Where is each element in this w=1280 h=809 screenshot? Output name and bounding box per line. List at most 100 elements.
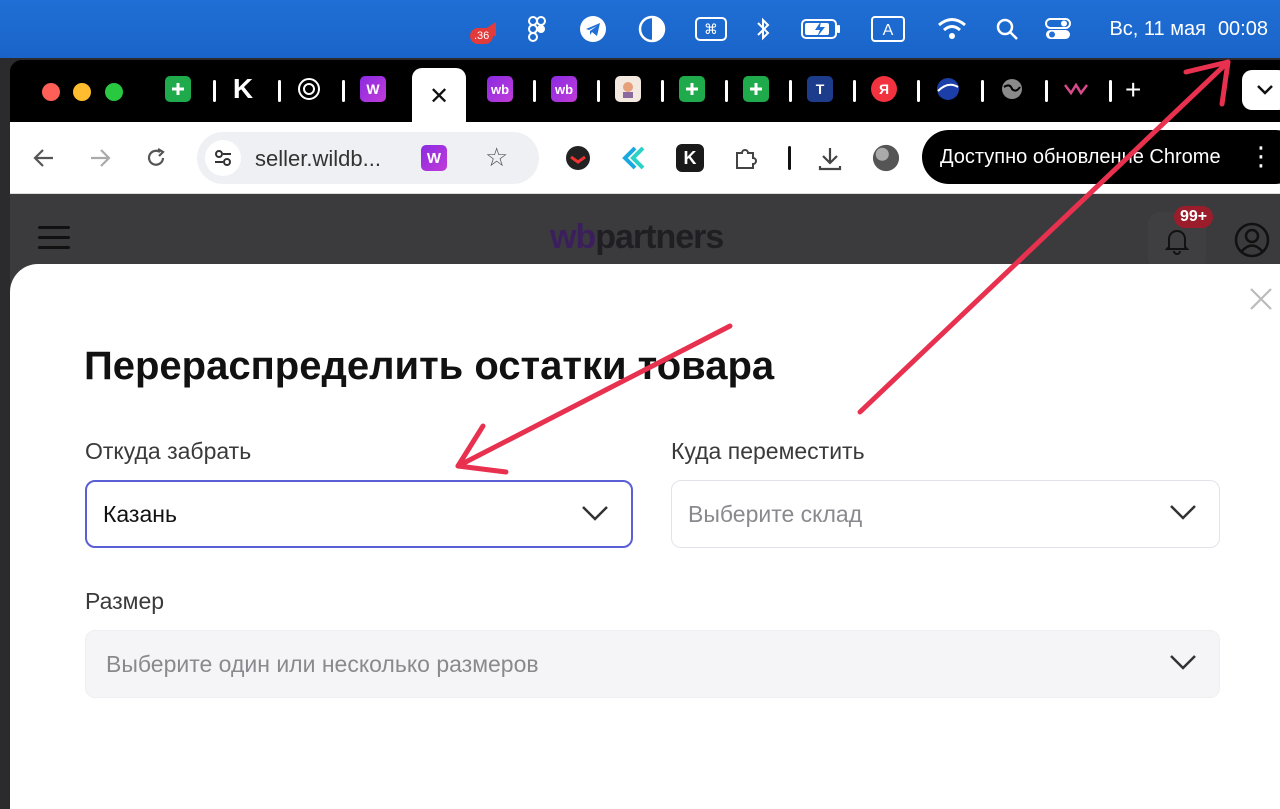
tab-google-sheets-1[interactable] <box>165 76 191 102</box>
user-circle-icon <box>1234 222 1270 258</box>
redistribute-stock-modal: Перераспределить остатки товара Откуда з… <box>10 264 1280 809</box>
chatgpt-icon <box>298 78 320 100</box>
chrome-update-button[interactable]: Доступно обновление Chrome ⋮ <box>922 130 1280 184</box>
menubar-clock[interactable]: Вс, 11 мая 00:08 <box>1109 14 1268 44</box>
tab-separator <box>597 80 600 102</box>
telegram-icon[interactable] <box>578 14 608 44</box>
figma-icon[interactable] <box>524 14 550 44</box>
to-warehouse-placeholder: Выберите склад <box>688 500 863 527</box>
size-label: Размер <box>85 588 165 614</box>
tab-strip: K W ✕ wb wb T Я + <box>10 60 1280 124</box>
account-button[interactable] <box>1234 222 1270 258</box>
zoom-window-button[interactable] <box>105 83 123 101</box>
svg-text:A: A <box>883 22 894 39</box>
reload-icon <box>147 148 165 166</box>
arrow-left-icon <box>33 149 53 167</box>
tab-wildberries-w[interactable]: W <box>360 76 386 102</box>
tab-chatgpt[interactable] <box>296 76 322 102</box>
chevron-down-icon <box>1170 505 1196 520</box>
from-warehouse-select[interactable]: Казань <box>85 480 633 548</box>
sheets-icon <box>686 83 698 95</box>
globe-icon <box>1002 79 1022 99</box>
sheets-icon <box>750 83 762 95</box>
battery-charging-icon[interactable] <box>800 14 842 44</box>
new-tab-button[interactable]: + <box>1125 74 1141 106</box>
notification-count-badge: .36 <box>470 28 494 44</box>
tab-illustration[interactable] <box>615 76 641 102</box>
arrow-right-icon <box>91 149 111 167</box>
vpn-icon[interactable] <box>636 14 668 44</box>
tab-kontur[interactable]: K <box>230 73 256 104</box>
tab-search-button[interactable] <box>1242 70 1280 110</box>
close-tab-icon[interactable]: ✕ <box>429 82 449 111</box>
wb-extension-icon[interactable]: W <box>421 145 447 171</box>
tab-separator <box>661 80 664 102</box>
tab-separator <box>278 80 281 102</box>
tab-globe-blue[interactable] <box>935 76 961 102</box>
notifications-badge: 99+ <box>1174 206 1214 228</box>
tab-separator <box>1109 80 1112 102</box>
menubar-date: Вс, 11 мая <box>1109 17 1206 40</box>
update-label: Доступно обновление Chrome <box>940 145 1221 168</box>
tab-wave[interactable] <box>1063 76 1089 102</box>
modal-close-button[interactable] <box>1248 286 1274 312</box>
wb-w-icon: W <box>366 81 380 97</box>
reload-button[interactable] <box>138 140 174 176</box>
tab-separator <box>981 80 984 102</box>
tab-separator <box>533 80 536 102</box>
spotlight-search-icon[interactable] <box>994 14 1020 44</box>
extension-k-icon[interactable]: K <box>676 144 704 172</box>
keyboard-layout-icon[interactable]: A <box>870 14 906 44</box>
extension-kotlin-icon[interactable] <box>620 144 648 172</box>
tab-yandex[interactable]: Я <box>871 76 897 102</box>
illustration-icon <box>623 82 633 98</box>
wb-icon: wb <box>490 81 510 97</box>
yandex-icon: Я <box>878 81 890 97</box>
size-placeholder: Выберите один или несколько размеров <box>106 650 539 677</box>
tab-google-sheets-3[interactable] <box>743 76 769 102</box>
address-url: seller.wildb... <box>255 146 381 171</box>
chevron-down-icon <box>1257 85 1273 95</box>
size-multiselect[interactable]: Выберите один или несколько размеров <box>85 630 1220 698</box>
bluetooth-icon[interactable] <box>752 14 774 44</box>
blue-planet-icon <box>937 78 959 100</box>
tab-separator <box>1045 80 1048 102</box>
wb-icon: wb <box>554 81 574 97</box>
more-vert-icon[interactable]: ⋮ <box>1248 142 1274 170</box>
address-bar[interactable]: seller.wildb... W ☆ <box>197 132 539 184</box>
downloads-icon[interactable] <box>816 144 844 172</box>
control-center-icon[interactable] <box>1044 14 1072 44</box>
tab-separator <box>789 80 792 102</box>
close-window-button[interactable] <box>42 83 60 101</box>
extension-dark-icon[interactable] <box>564 144 592 172</box>
command-key-icon[interactable]: ⌘ <box>694 14 728 44</box>
tab-active[interactable]: ✕ <box>412 68 466 124</box>
tab-wb-2[interactable]: wb <box>551 76 577 102</box>
bookmark-star-icon[interactable]: ☆ <box>485 142 508 173</box>
kontur-icon: K <box>232 73 254 104</box>
tab-wb-1[interactable]: wb <box>487 76 513 102</box>
back-button[interactable] <box>26 140 62 176</box>
modal-title: Перераспределить остатки товара <box>84 344 775 388</box>
tab-separator <box>917 80 920 102</box>
from-warehouse-value: Казань <box>103 500 177 527</box>
wave-icon <box>1064 82 1088 96</box>
to-warehouse-label: Куда переместить <box>671 438 865 464</box>
chevron-down-icon <box>1170 655 1196 670</box>
extensions-puzzle-icon[interactable] <box>732 144 760 172</box>
macos-menubar: .36 ⌘ A Вс, 11 мая 00:08 <box>0 0 1280 58</box>
bell-icon <box>1164 230 1190 255</box>
tab-t[interactable]: T <box>807 76 833 102</box>
wbpartners-logo[interactable]: wbpartners <box>550 218 724 257</box>
profile-avatar[interactable] <box>872 144 900 172</box>
tab-separator <box>725 80 728 102</box>
forward-button[interactable] <box>82 140 118 176</box>
minimize-window-button[interactable] <box>73 83 91 101</box>
menu-hamburger-icon[interactable] <box>38 226 70 250</box>
site-info-icon[interactable] <box>205 140 241 176</box>
to-warehouse-select[interactable]: Выберите склад <box>671 480 1220 548</box>
wifi-icon[interactable] <box>936 14 968 44</box>
tab-google-sheets-2[interactable] <box>679 76 705 102</box>
tab-globe[interactable] <box>999 76 1025 102</box>
chevron-down-icon <box>582 506 608 521</box>
